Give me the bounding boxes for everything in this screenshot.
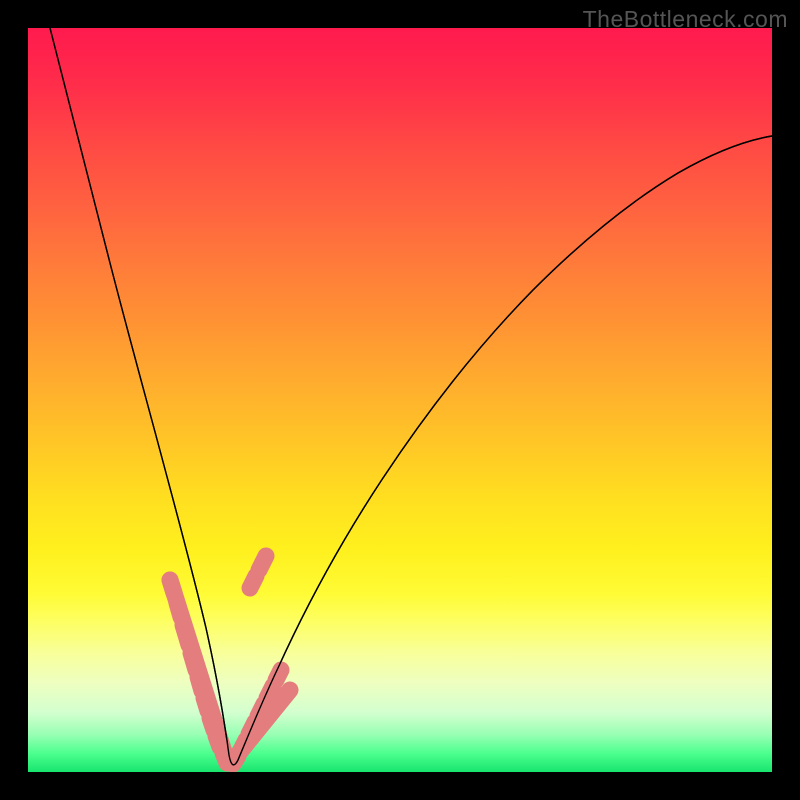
- bead-group-right: [233, 556, 281, 764]
- chart-svg: [28, 28, 772, 772]
- bottleneck-curve-overlay: [50, 28, 772, 765]
- watermark-text: TheBottleneck.com: [583, 6, 788, 33]
- bottleneck-curve: [50, 28, 772, 765]
- chart-plot-area: [28, 28, 772, 772]
- bead-group-left: [170, 580, 227, 763]
